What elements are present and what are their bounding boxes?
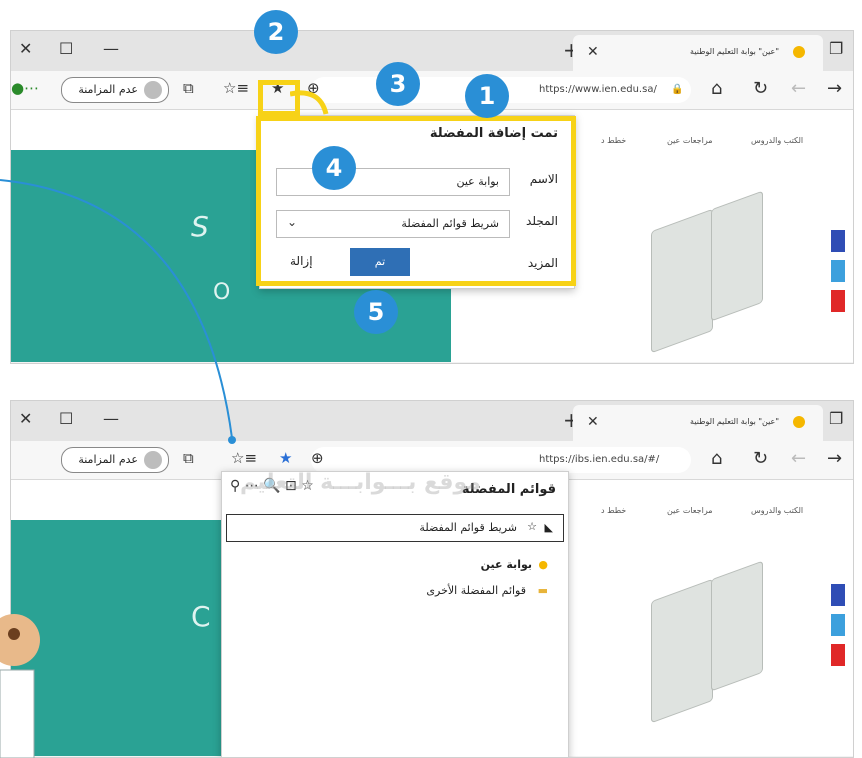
bottom-browser-screenshot: ✕ ☐ — + ✕ "عين" بوابة التعليم الوطنية ❐ … xyxy=(10,400,854,758)
step-badge-4: 4 xyxy=(312,146,356,190)
nav-books-link-2[interactable]: الكتب والدروس xyxy=(751,506,803,515)
step-badge-1-label: 1 xyxy=(478,82,496,110)
folder-icon: ▬ xyxy=(537,584,548,597)
hero-letter-c: C xyxy=(191,600,211,633)
other-folder-label: قوائم المفضلة الأخرى xyxy=(426,584,526,597)
step-badge-2-label: 2 xyxy=(267,18,285,46)
folder-star-icon: ☆ xyxy=(527,520,537,533)
profile-label: عدم المزامنة xyxy=(78,83,138,96)
page-nav-bar: الكتب والدروس مراجعات عين خطط د xyxy=(571,110,821,150)
forward-arrow-icon[interactable]: → xyxy=(827,78,842,99)
callout-connector-line xyxy=(0,179,236,444)
back-arrow-icon[interactable]: ← xyxy=(791,78,806,99)
favorite-star-filled-icon[interactable]: ★ xyxy=(279,449,292,467)
favorites-panel: قوائم المفضلة ⚲ ⋯ 🔍 ⊡ ☆ ◣ ☆ شريط قوائم ا… xyxy=(221,471,569,757)
url-text-2: https://ibs.ien.edu.sa/#/ xyxy=(539,454,660,465)
favorite-item-portal[interactable]: ● بوابة عين xyxy=(408,556,548,576)
books-illustration xyxy=(651,208,713,354)
browser-toolbar: → ← ↻ ⌂ https://www.ien.edu.sa/ 🔒 ⊕ ★ ☆≡… xyxy=(11,71,853,110)
step-badge-2: 2 xyxy=(254,10,298,54)
nav-reviews-link[interactable]: مراجعات عين xyxy=(667,136,713,145)
browser-tab[interactable]: ✕ "عين" بوابة التعليم الوطنية xyxy=(573,35,823,71)
favorites-list-icon-2[interactable]: ☆≡ xyxy=(231,449,257,467)
books-illustration-4 xyxy=(711,560,763,692)
home-icon-2[interactable]: ⌂ xyxy=(711,448,722,469)
favorites-list-icon[interactable]: ☆≡ xyxy=(223,79,249,97)
side-button-blue-2[interactable] xyxy=(831,584,845,606)
highlight-connector xyxy=(290,90,329,115)
tab-actions-icon-2[interactable]: ❐ xyxy=(829,409,843,428)
cartoon-boy-illustration xyxy=(0,614,40,758)
folder-bar-row[interactable]: ◣ ☆ شريط قوائم المفضلة xyxy=(226,514,564,542)
nav-plans-link-2[interactable]: خطط د xyxy=(601,506,626,515)
avatar-icon xyxy=(144,81,162,99)
side-button-blue[interactable] xyxy=(831,230,845,252)
home-icon[interactable]: ⌂ xyxy=(711,78,722,99)
side-button-light-blue[interactable] xyxy=(831,260,845,282)
step-badge-5-label: 5 xyxy=(367,298,385,326)
watermark-text: موقع بـــوابـــة التعليم xyxy=(240,470,481,495)
books-illustration-2 xyxy=(711,190,763,322)
maximize-window-icon[interactable]: ☐ xyxy=(59,39,73,58)
profile-label-2: عدم المزامنة xyxy=(78,453,138,466)
expand-triangle-icon[interactable]: ◣ xyxy=(545,521,553,534)
side-button-light-blue-2[interactable] xyxy=(831,614,845,636)
browser-tab-2[interactable]: ✕ "عين" بوابة التعليم الوطنية xyxy=(573,405,823,441)
side-button-red[interactable] xyxy=(831,290,845,312)
profile-sync-button-2[interactable]: عدم المزامنة xyxy=(61,447,169,473)
step-badge-1: 1 xyxy=(465,74,509,118)
profile-sync-button[interactable]: عدم المزامنة xyxy=(61,77,169,103)
refresh-icon[interactable]: ↻ xyxy=(753,78,768,99)
tab-actions-icon[interactable]: ❐ xyxy=(829,39,843,58)
zoom-icon-2[interactable]: ⊕ xyxy=(311,449,324,467)
tab-favicon-icon-2 xyxy=(793,416,805,428)
refresh-icon-2[interactable]: ↻ xyxy=(753,448,768,469)
more-menu-icon[interactable]: ●⋯ xyxy=(11,79,39,97)
site-favicon-icon: ● xyxy=(538,558,548,571)
tab-title-2: "عين" بوابة التعليم الوطنية xyxy=(690,417,779,426)
url-text: https://www.ien.edu.sa/ xyxy=(539,84,657,95)
step-badge-3: 3 xyxy=(376,62,420,106)
avatar-icon-2 xyxy=(144,451,162,469)
dialog-highlight xyxy=(256,116,576,286)
step-badge-4-label: 4 xyxy=(325,154,343,182)
close-window-icon[interactable]: ✕ xyxy=(19,39,32,58)
side-button-red-2[interactable] xyxy=(831,644,845,666)
tab-title: "عين" بوابة التعليم الوطنية xyxy=(690,47,779,56)
step-badge-5: 5 xyxy=(354,290,398,334)
forward-arrow-icon-2[interactable]: → xyxy=(827,448,842,469)
books-illustration-3 xyxy=(651,578,713,724)
tab-close-icon-2[interactable]: ✕ xyxy=(587,414,599,430)
lock-icon: 🔒 xyxy=(671,84,684,95)
tab-favicon-icon xyxy=(793,46,805,58)
nav-plans-link[interactable]: خطط د xyxy=(601,136,626,145)
folder-bar-label: شريط قوائم المفضلة xyxy=(419,521,517,534)
nav-books-link[interactable]: الكتب والدروس xyxy=(751,136,803,145)
other-favorites-folder[interactable]: ▬ قوائم المفضلة الأخرى xyxy=(368,582,548,602)
collections-icon[interactable]: ⧉ xyxy=(183,79,194,97)
nav-reviews-link-2[interactable]: مراجعات عين xyxy=(667,506,713,515)
minimize-window-icon[interactable]: — xyxy=(103,39,119,58)
title-bar: ✕ ☐ — + ✕ "عين" بوابة التعليم الوطنية ❐ xyxy=(11,31,853,71)
favorite-item-label: بوابة عين xyxy=(480,558,532,571)
step-badge-3-label: 3 xyxy=(389,70,407,98)
page-nav-bar-2: الكتب والدروس مراجعات عين خطط د xyxy=(571,480,821,520)
back-arrow-icon-2[interactable]: ← xyxy=(791,448,806,469)
tab-close-icon[interactable]: ✕ xyxy=(587,44,599,60)
collections-icon-2[interactable]: ⧉ xyxy=(183,449,194,467)
